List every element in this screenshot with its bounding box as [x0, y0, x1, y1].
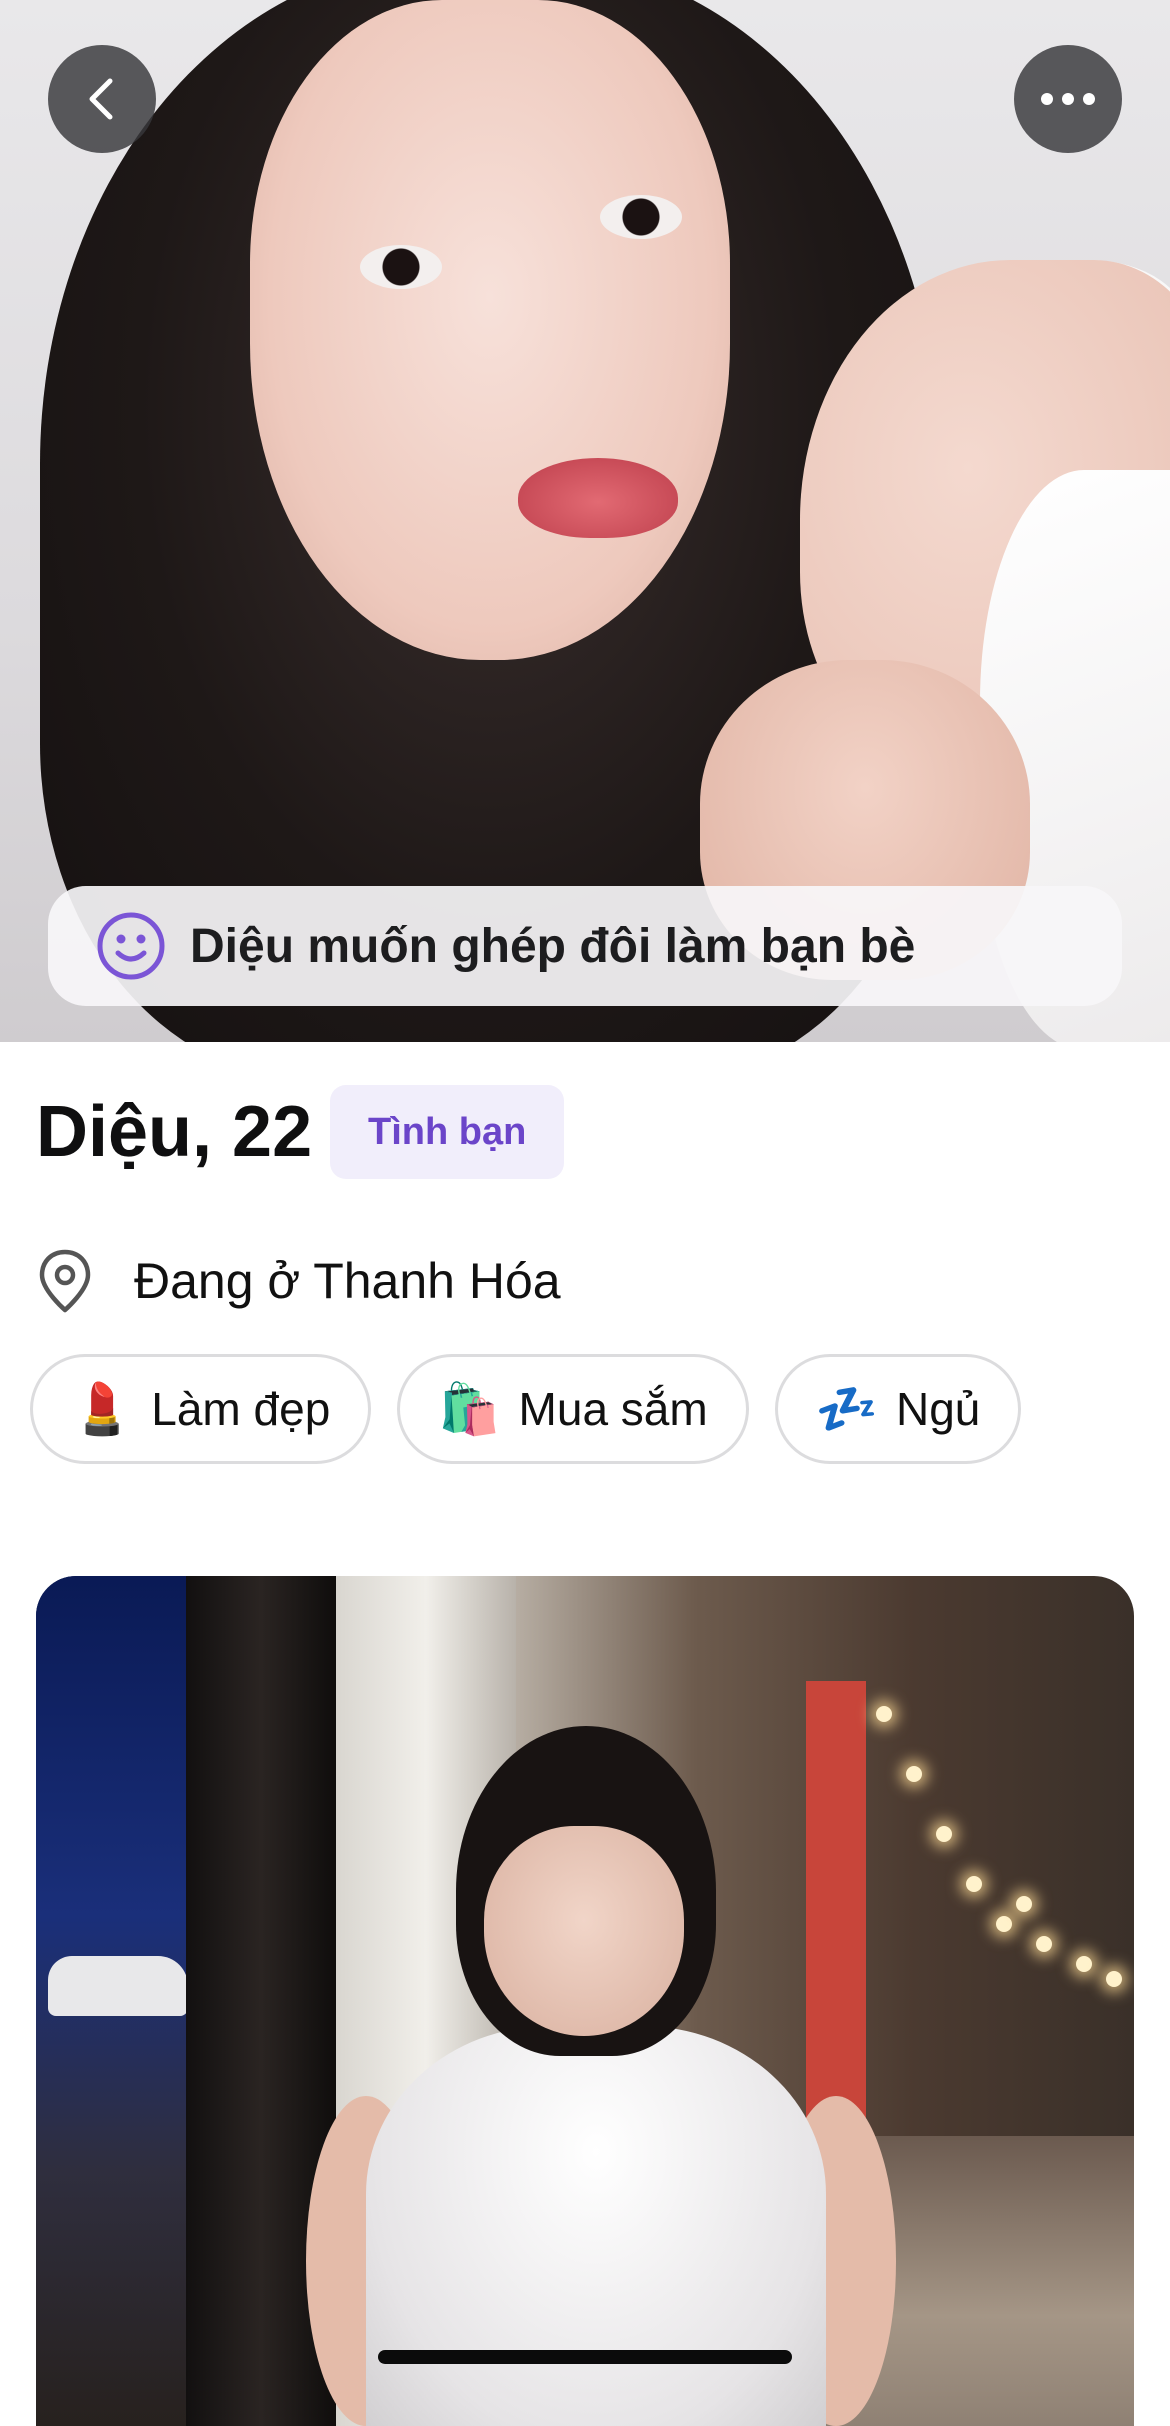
profile-photo-secondary[interactable] [36, 1576, 1134, 2426]
profile-name-age: Diệu, 22 [36, 1092, 313, 1172]
interest-chip[interactable]: 🛍️ Mua sắm [397, 1354, 749, 1464]
location-text: Đang ở Thanh Hóa [134, 1253, 561, 1309]
back-button[interactable] [48, 45, 156, 153]
interest-label: Ngủ [895, 1383, 981, 1435]
home-indicator[interactable] [378, 2350, 792, 2364]
location-row: Đang ở Thanh Hóa [36, 1248, 561, 1314]
profile-photo-main[interactable]: Diệu muốn ghép đôi làm bạn bè [0, 0, 1170, 1042]
chevron-left-icon [89, 78, 113, 120]
location-pin-icon [39, 1249, 91, 1313]
smile-icon [97, 912, 165, 980]
lipstick-icon: 💄 [71, 1380, 134, 1437]
interest-chip[interactable]: 💄 Làm đẹp [30, 1354, 372, 1464]
interest-chip[interactable]: 💤 Ngủ [774, 1354, 1022, 1464]
interest-label: Làm đẹp [151, 1383, 331, 1435]
match-intent-text: Diệu muốn ghép đôi làm bạn bè [190, 919, 916, 973]
ellipsis-icon [1041, 93, 1095, 105]
interest-label: Mua sắm [518, 1383, 708, 1435]
relationship-goal-badge: Tình bạn [330, 1085, 565, 1179]
sleep-zzz-icon: 💤 [815, 1380, 878, 1437]
match-intent-banner: Diệu muốn ghép đôi làm bạn bè [48, 886, 1122, 1006]
interest-chips: 💄 Làm đẹp 🛍️ Mua sắm 💤 Ngủ [30, 1354, 1022, 1464]
shopping-bags-icon: 🛍️ [438, 1380, 501, 1437]
more-options-button[interactable] [1014, 45, 1122, 153]
